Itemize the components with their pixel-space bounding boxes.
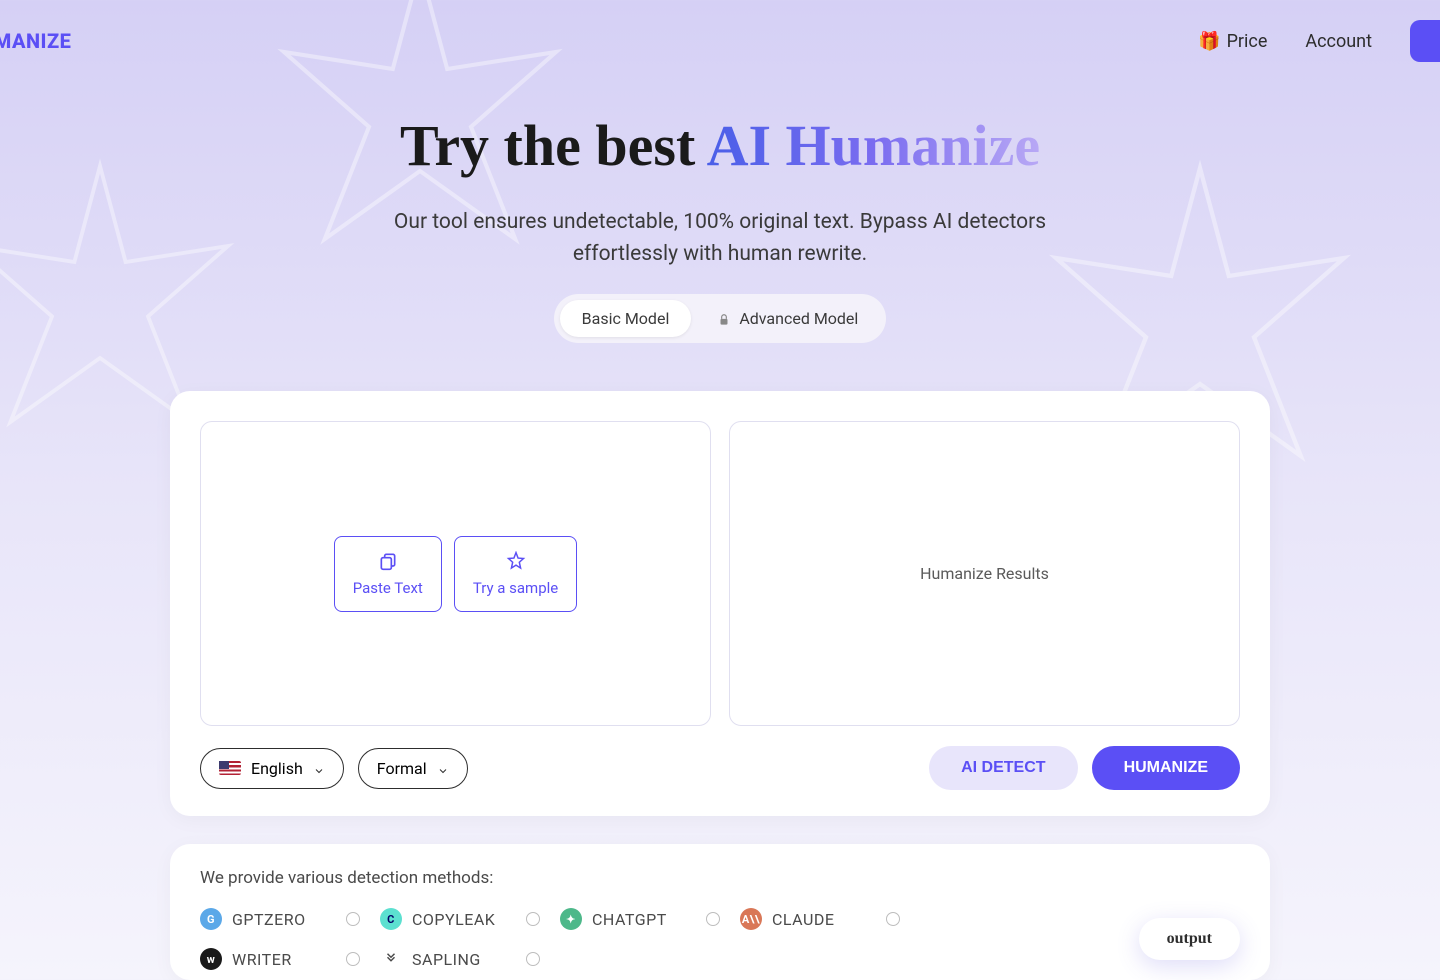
detectors-grid: G GPTZERO C COPYLEAK ✦ CHATGPT A\\ CLAUDE w WRITE…: [200, 908, 900, 970]
tone-select[interactable]: Formal: [358, 748, 468, 789]
nav-account[interactable]: Account: [1305, 31, 1372, 52]
nav: 🎁 Price Account: [1198, 20, 1440, 62]
ai-detect-button[interactable]: AI DETECT: [929, 746, 1077, 790]
tone-value: Formal: [377, 759, 427, 778]
radio-indicator: [346, 952, 360, 966]
detector-copyleak[interactable]: C COPYLEAK: [380, 908, 540, 930]
output-placeholder: Humanize Results: [920, 564, 1049, 583]
language-value: English: [251, 759, 303, 778]
chatgpt-icon: ✦: [560, 908, 582, 930]
detector-sapling[interactable]: SAPLING: [380, 948, 540, 970]
nav-price-label: Price: [1227, 31, 1268, 52]
detector-writer[interactable]: w WRITER: [200, 948, 360, 970]
input-panel-buttons: Paste Text Try a sample: [334, 536, 578, 612]
language-select[interactable]: English: [200, 748, 344, 789]
detector-claude[interactable]: A\\ CLAUDE: [740, 908, 900, 930]
hero: Try the best AI Humanize Our tool ensure…: [0, 82, 1440, 363]
radio-indicator: [346, 912, 360, 926]
controls-row: English Formal AI DETECT HUMANIZE: [200, 746, 1240, 790]
hero-subtitle: Our tool ensures undetectable, 100% orig…: [390, 207, 1050, 270]
try-sample-label: Try a sample: [473, 579, 558, 597]
header: UMANIZE 🎁 Price Account: [0, 0, 1440, 82]
tab-advanced-model[interactable]: Advanced Model: [695, 300, 880, 337]
tab-advanced-label: Advanced Model: [739, 309, 858, 328]
model-toggle: Basic Model Advanced Model: [554, 294, 887, 343]
logo[interactable]: UMANIZE: [0, 29, 71, 53]
output-pill[interactable]: output: [1139, 918, 1240, 960]
input-panel[interactable]: Paste Text Try a sample: [200, 421, 711, 726]
paste-text-label: Paste Text: [353, 579, 423, 597]
output-panel: Humanize Results: [729, 421, 1240, 726]
lock-icon: [717, 312, 731, 326]
flag-us-icon: [219, 761, 241, 775]
gptzero-icon: G: [200, 908, 222, 930]
detector-gptzero[interactable]: G GPTZERO: [200, 908, 360, 930]
detector-chatgpt[interactable]: ✦ CHATGPT: [560, 908, 720, 930]
tab-basic-model[interactable]: Basic Model: [560, 300, 692, 337]
try-sample-button[interactable]: Try a sample: [454, 536, 577, 612]
main-card: Paste Text Try a sample Humanize Results…: [170, 391, 1270, 816]
title-plain: Try the best: [400, 113, 707, 178]
actions: AI DETECT HUMANIZE: [929, 746, 1240, 790]
chevron-down-icon: [437, 762, 449, 774]
radio-indicator: [706, 912, 720, 926]
claude-icon: A\\: [740, 908, 762, 930]
radio-indicator: [526, 952, 540, 966]
detector-label: CHATGPT: [592, 910, 667, 929]
page-title: Try the best AI Humanize: [20, 112, 1420, 179]
copyleak-icon: C: [380, 908, 402, 930]
detector-label: SAPLING: [412, 950, 481, 969]
detection-card: We provide various detection methods: GG…: [170, 844, 1270, 980]
humanize-button[interactable]: HUMANIZE: [1092, 746, 1240, 790]
paste-text-button[interactable]: Paste Text: [334, 536, 442, 612]
panels: Paste Text Try a sample Humanize Results: [200, 421, 1240, 726]
nav-price[interactable]: 🎁 Price: [1198, 31, 1267, 52]
radio-indicator: [526, 912, 540, 926]
sapling-icon: [380, 948, 402, 970]
detector-label: WRITER: [232, 950, 292, 969]
detector-label: CLAUDE: [772, 910, 834, 929]
writer-icon: w: [200, 948, 222, 970]
detector-label: COPYLEAK: [412, 910, 495, 929]
radio-indicator: [886, 912, 900, 926]
gift-icon: 🎁: [1198, 31, 1220, 52]
title-gradient: AI Humanize: [707, 113, 1041, 178]
nav-cta-button[interactable]: [1410, 20, 1440, 62]
detector-label: GPTZERO: [232, 910, 306, 929]
copy-icon: [378, 551, 398, 571]
chevron-down-icon: [313, 762, 325, 774]
star-icon: [506, 551, 526, 571]
detection-title: We provide various detection methods:: [200, 868, 1240, 888]
selects: English Formal: [200, 748, 468, 789]
